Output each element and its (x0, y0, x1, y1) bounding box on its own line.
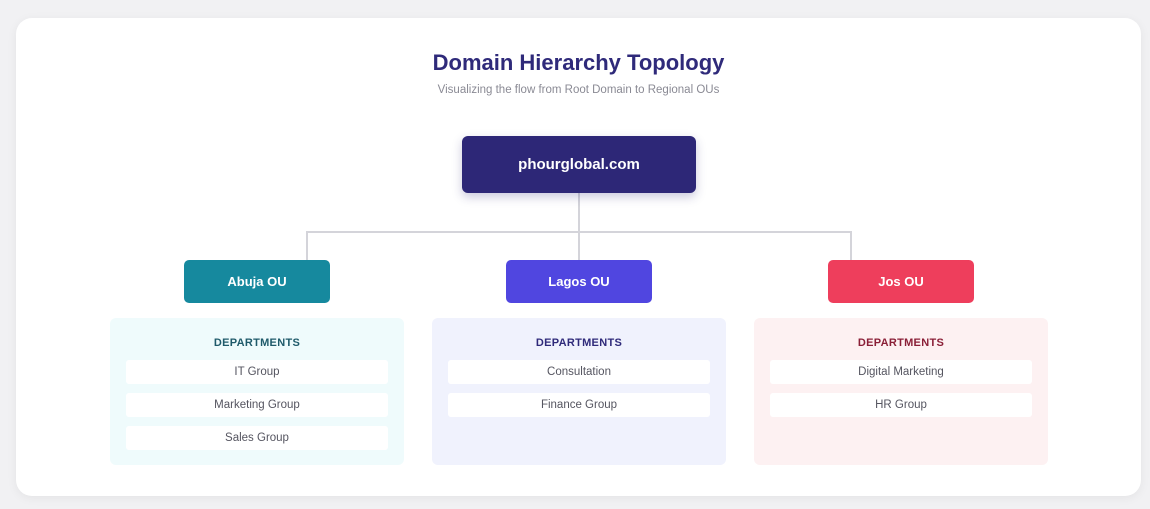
departments-heading: DEPARTMENTS (213, 337, 301, 349)
departments-panel-jos: DEPARTMENTS Digital Marketing HR Group (754, 318, 1048, 465)
connector-root-down (578, 193, 580, 233)
ou-node-jos[interactable]: Jos OU (828, 260, 974, 303)
page-title: Domain Hierarchy Topology (432, 50, 725, 75)
ou-node-lagos[interactable]: Lagos OU (506, 260, 652, 303)
department-item[interactable]: Consultation (448, 360, 710, 384)
connector-abuja (306, 231, 308, 260)
department-item[interactable]: Marketing Group (126, 393, 388, 417)
ou-node-abuja[interactable]: Abuja OU (184, 260, 330, 303)
connector-jos (850, 231, 852, 260)
root-domain-node[interactable]: phourglobal.com (462, 136, 696, 193)
departments-list: IT Group Marketing Group Sales Group (126, 360, 388, 459)
departments-list: Consultation Finance Group (448, 360, 710, 426)
department-item[interactable]: IT Group (126, 360, 388, 384)
department-item[interactable]: Sales Group (126, 426, 388, 450)
departments-panel-abuja: DEPARTMENTS IT Group Marketing Group Sal… (110, 318, 404, 465)
page-subtitle: Visualizing the flow from Root Domain to… (437, 84, 720, 96)
departments-list: Digital Marketing HR Group (770, 360, 1032, 426)
department-item[interactable]: Finance Group (448, 393, 710, 417)
topology-card: Domain Hierarchy Topology Visualizing th… (16, 18, 1141, 496)
connector-lagos (578, 231, 580, 260)
department-item[interactable]: Digital Marketing (770, 360, 1032, 384)
departments-heading: DEPARTMENTS (535, 337, 623, 349)
departments-panel-lagos: DEPARTMENTS Consultation Finance Group (432, 318, 726, 465)
departments-heading: DEPARTMENTS (857, 337, 945, 349)
department-item[interactable]: HR Group (770, 393, 1032, 417)
